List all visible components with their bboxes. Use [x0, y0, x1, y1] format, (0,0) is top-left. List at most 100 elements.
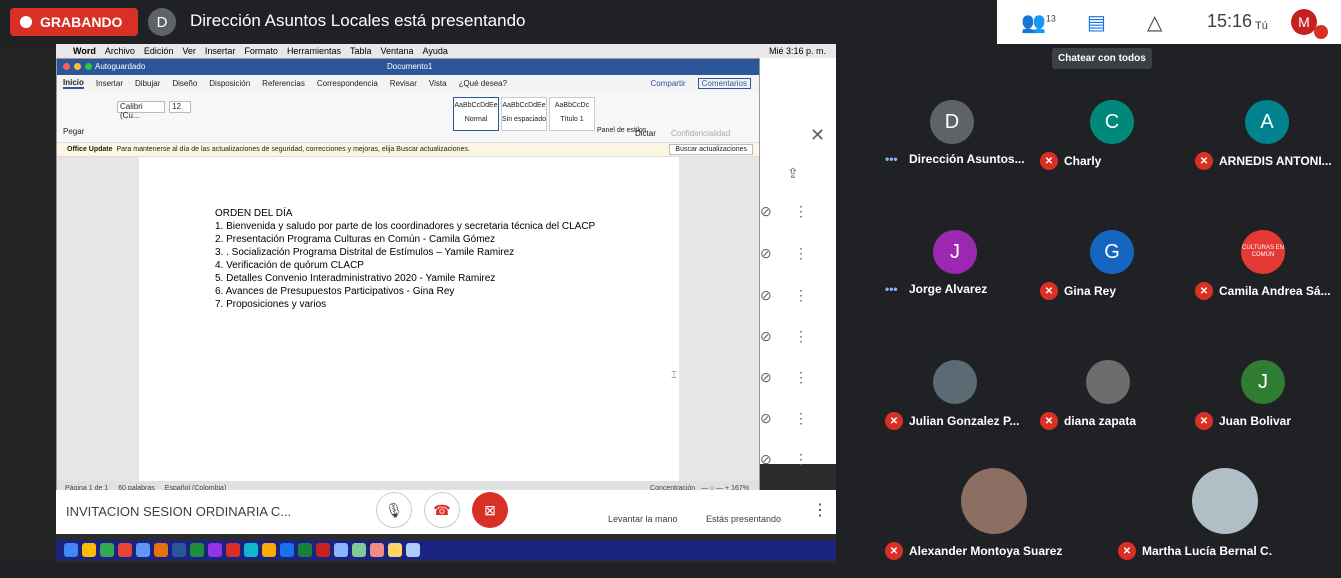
dock-app-icon[interactable]: [298, 543, 312, 557]
microphone-icon[interactable]: 🎙: [376, 492, 412, 528]
close-icon[interactable]: ✕: [810, 125, 825, 146]
menu-item[interactable]: Ayuda: [423, 46, 448, 56]
recording-badge: GRABANDO: [10, 8, 138, 36]
menu-item[interactable]: Insertar: [205, 46, 236, 56]
document-page[interactable]: ORDEN DEL DÍA 1. Bienvenida y saludo por…: [139, 157, 679, 483]
dock-app-icon[interactable]: [226, 543, 240, 557]
dock-app-icon[interactable]: [64, 543, 78, 557]
menu-item[interactable]: Archivo: [105, 46, 135, 56]
raise-hand-button[interactable]: Levantar la mano: [608, 514, 678, 524]
style-normal[interactable]: AaBbCcDdEe Normal: [453, 97, 499, 131]
style-no-spacing[interactable]: AaBbCcDdEe Sin espaciado: [501, 97, 547, 131]
muted-mic-icon: ✕: [1040, 282, 1058, 300]
font-select[interactable]: Calibri (Cu...: [117, 101, 165, 120]
participant-avatar: D: [930, 100, 974, 144]
more-icon[interactable]: ⋮: [794, 287, 808, 304]
menu-item[interactable]: Formato: [244, 46, 278, 56]
more-icon[interactable]: ⋮: [794, 369, 808, 386]
dock-app-icon[interactable]: [316, 543, 330, 557]
presenting-button[interactable]: Estás presentando: [706, 514, 781, 524]
chat-icon[interactable]: ▤: [1087, 10, 1106, 35]
participant-avatar: J: [933, 230, 977, 274]
dictate-button[interactable]: Dictar: [635, 129, 656, 138]
participant-tile[interactable]: ✕ Julian Gonzalez P...: [885, 352, 1035, 462]
dock-app-icon[interactable]: [388, 543, 402, 557]
minimize-icon[interactable]: [74, 63, 81, 70]
menu-item[interactable]: Edición: [144, 46, 174, 56]
people-icon[interactable]: 👥13: [1021, 10, 1056, 35]
camera-off-icon[interactable]: ⊠: [472, 492, 508, 528]
dock-app-icon[interactable]: [136, 543, 150, 557]
muted-mic-icon: ✕: [1195, 152, 1213, 170]
tell-me-search[interactable]: ¿Qué desea?: [459, 79, 507, 88]
meeting-title[interactable]: INVITACION SESION ORDINARIA C...: [66, 504, 291, 519]
more-icon[interactable]: ⋮: [794, 245, 808, 262]
dock-app-icon[interactable]: [262, 543, 276, 557]
tab-referencias[interactable]: Referencias: [262, 79, 305, 88]
participant-tile[interactable]: D ••• Dirección Asuntos...: [885, 92, 1035, 202]
dock-app-icon[interactable]: [280, 543, 294, 557]
update-text: Para mantenerse al día de las actualizac…: [116, 146, 470, 153]
dock-app-icon[interactable]: [352, 543, 366, 557]
more-options-icon[interactable]: ⋮: [812, 500, 828, 520]
dock-app-icon[interactable]: [172, 543, 186, 557]
tab-insertar[interactable]: Insertar: [96, 79, 123, 88]
hang-up-icon[interactable]: ☎: [424, 492, 460, 528]
more-icon[interactable]: ⋮: [794, 410, 808, 427]
more-icon[interactable]: ⋮: [794, 203, 808, 220]
more-icon[interactable]: ⋮: [794, 451, 808, 468]
participant-tile[interactable]: J ••• Jorge Alvarez: [885, 222, 1035, 332]
doc-line: 2. Presentación Programa Culturas en Com…: [215, 234, 496, 245]
dock-app-icon[interactable]: [100, 543, 114, 557]
activities-icon[interactable]: △: [1147, 10, 1162, 35]
tab-dibujar[interactable]: Dibujar: [135, 79, 160, 88]
share-button[interactable]: Compartir: [651, 79, 686, 88]
dock-app-icon[interactable]: [190, 543, 204, 557]
close-window-icon[interactable]: [63, 63, 70, 70]
dock-app-icon[interactable]: [82, 543, 96, 557]
participant-tile[interactable]: C ✕ Charly: [1040, 92, 1190, 202]
participant-tile[interactable]: CULTURAS EN COMÚN ✕ Camila Andrea Sá...: [1195, 222, 1341, 332]
dock-app-icon[interactable]: [244, 543, 258, 557]
participant-tile[interactable]: A ✕ ARNEDIS ANTONI...: [1195, 92, 1341, 202]
dock-app-icon[interactable]: [406, 543, 420, 557]
maximize-icon[interactable]: [85, 63, 92, 70]
chat-tooltip: Chatear con todos: [1052, 48, 1152, 69]
font-size-select[interactable]: 12: [169, 101, 191, 113]
participant-tile[interactable]: ✕ Alexander Montoya Suarez: [885, 468, 1085, 578]
paste-button[interactable]: Pegar: [63, 127, 84, 136]
tab-inicio[interactable]: Inicio: [63, 78, 84, 89]
share-icon[interactable]: ⇪: [787, 165, 799, 182]
menu-item[interactable]: Ver: [182, 46, 196, 56]
presenter-title: Dirección Asuntos Locales está presentan…: [190, 11, 526, 30]
people-count: 13: [1045, 13, 1056, 24]
menu-app[interactable]: Word: [73, 46, 96, 56]
sensitivity-button[interactable]: Confidencialidad: [671, 129, 730, 138]
dock-app-icon[interactable]: [370, 543, 384, 557]
tab-correspondencia[interactable]: Correspondencia: [317, 79, 378, 88]
participant-tile[interactable]: ✕ Martha Lucía Bernal C.: [1118, 468, 1318, 578]
tab-revisar[interactable]: Revisar: [390, 79, 417, 88]
dock-app-icon[interactable]: [118, 543, 132, 557]
dock-app-icon[interactable]: [334, 543, 348, 557]
tab-diseno[interactable]: Diseño: [172, 79, 197, 88]
participant-name: Martha Lucía Bernal C.: [1142, 544, 1273, 558]
participant-tile[interactable]: J ✕ Juan Bolivar: [1195, 352, 1341, 462]
participant-tile[interactable]: G ✕ Gina Rey: [1040, 222, 1190, 332]
menu-item[interactable]: Ventana: [380, 46, 413, 56]
clock: 15:16: [1207, 11, 1253, 31]
style-heading-1[interactable]: AaBbCcDc Título 1: [549, 97, 595, 131]
tab-disposicion[interactable]: Disposición: [209, 79, 250, 88]
styles-gallery: AaBbCcDdEe Normal AaBbCcDdEe Sin espaciado…: [453, 97, 595, 131]
muted-mic-icon: ✕: [1118, 542, 1136, 560]
more-icon[interactable]: ⋮: [794, 328, 808, 345]
dock-app-icon[interactable]: [154, 543, 168, 557]
check-updates-button[interactable]: Buscar actualizaciones: [669, 144, 753, 155]
tab-vista[interactable]: Vista: [429, 79, 447, 88]
menu-item[interactable]: Herramientas: [287, 46, 341, 56]
comments-button[interactable]: Comentarios: [697, 77, 751, 89]
participant-tile[interactable]: ✕ diana zapata: [1040, 352, 1190, 462]
menu-item[interactable]: Tabla: [350, 46, 372, 56]
dock-app-icon[interactable]: [208, 543, 222, 557]
autosave-label[interactable]: Autoguardado: [95, 62, 145, 71]
